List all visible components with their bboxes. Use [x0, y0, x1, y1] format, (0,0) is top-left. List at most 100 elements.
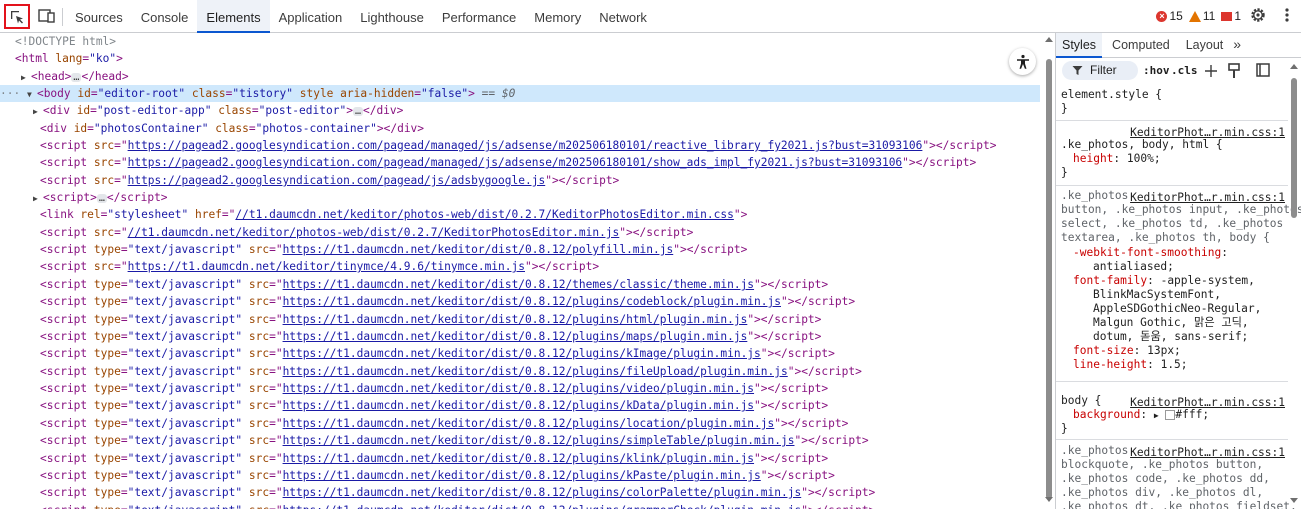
add-style-rule-icon[interactable]: [1203, 63, 1219, 79]
inspect-element-button[interactable]: [4, 4, 30, 29]
dom-tree[interactable]: <!DOCTYPE html> <html lang="ko"> ▶ <head>…: [0, 33, 1043, 509]
node-actions-dots[interactable]: ···: [0, 87, 27, 100]
accessibility-tree-button[interactable]: [1009, 48, 1036, 75]
tab-sources[interactable]: Sources: [66, 0, 132, 32]
dom-tree-scrollbar[interactable]: [1043, 33, 1055, 509]
dom-line-script-src[interactable]: <script src="https://pagead2.googlesyndi…: [0, 172, 1040, 189]
tab-lighthouse[interactable]: Lighthouse: [351, 0, 433, 32]
dom-line-div-post-editor[interactable]: ▶ <div id="post-editor-app" class="post-e…: [0, 102, 1040, 119]
dom-line-script-src[interactable]: <script src="https://pagead2.googlesyndi…: [0, 154, 1040, 171]
hover-state-toggle[interactable]: :hov: [1143, 64, 1170, 77]
script-src-link[interactable]: //t1.daumcdn.net/keditor/photos-web/dist…: [128, 226, 620, 239]
color-swatch[interactable]: [1165, 410, 1176, 420]
css-value[interactable]: BlinkMacSystemFont,: [1093, 288, 1221, 302]
css-value[interactable]: 13px;: [1147, 344, 1181, 357]
dom-line-script-typed[interactable]: <script type="text/javascript" src="http…: [0, 432, 1040, 449]
ellipsis-icon[interactable]: …: [96, 193, 107, 203]
script-src-link[interactable]: https://t1.daumcdn.net/keditor/dist/0.8.…: [283, 434, 795, 447]
css-property[interactable]: line-height: [1073, 358, 1147, 371]
more-options-button[interactable]: [1283, 6, 1291, 27]
dom-line-script-typed[interactable]: <script type="text/javascript" src="http…: [0, 311, 1040, 328]
dom-line-body-selected[interactable]: ··· ▼ <body id="editor-root" class="tisto…: [0, 85, 1040, 102]
css-property[interactable]: -webkit-font-smoothing: [1073, 246, 1221, 259]
script-src-link[interactable]: https://t1.daumcdn.net/keditor/dist/0.8.…: [283, 469, 761, 482]
tab-layout[interactable]: Layout: [1180, 33, 1230, 57]
dom-line-html[interactable]: <html lang="ko">: [0, 50, 1040, 67]
settings-button[interactable]: [1249, 6, 1267, 27]
dom-line-script-typed[interactable]: <script type="text/javascript" src="http…: [0, 293, 1040, 310]
style-rule-element[interactable]: element.style { }: [1056, 85, 1288, 121]
script-src-link[interactable]: https://t1.daumcdn.net/keditor/dist/0.8.…: [283, 278, 754, 291]
dom-line-script-typed[interactable]: <script type="text/javascript" src="http…: [0, 380, 1040, 397]
dom-line-script-collapsed[interactable]: ▶ <script>… </script>: [0, 189, 1040, 206]
css-value[interactable]: 100%;: [1127, 152, 1161, 165]
css-value[interactable]: dotum, 돋움, sans-serif;: [1093, 330, 1248, 344]
sidebar-toggle-icon[interactable]: [1256, 63, 1270, 77]
tab-application[interactable]: Application: [270, 0, 352, 32]
script-src-link[interactable]: https://t1.daumcdn.net/keditor/dist/0.8.…: [283, 365, 788, 378]
warning-counter[interactable]: 11: [1188, 9, 1215, 23]
style-rule[interactable]: KeditorPhot…r.min.css:1 .ke_photos block…: [1056, 441, 1297, 509]
css-value[interactable]: antialiased;: [1093, 260, 1174, 274]
dom-line-script-typed[interactable]: <script type="text/javascript" src="http…: [0, 415, 1040, 432]
dom-line-script-typed[interactable]: <script type="text/javascript" src="http…: [0, 467, 1040, 484]
tab-console[interactable]: Console: [132, 0, 198, 32]
tab-computed[interactable]: Computed: [1106, 33, 1176, 57]
style-rule[interactable]: KeditorPhot…r.min.css:1 .ke_photos butto…: [1056, 186, 1301, 382]
scroll-up-arrow-icon[interactable]: [1045, 37, 1053, 42]
script-src-link[interactable]: https://t1.daumcdn.net/keditor/dist/0.8.…: [283, 504, 802, 509]
script-src-link[interactable]: https://t1.daumcdn.net/keditor/dist/0.8.…: [283, 486, 802, 499]
script-src-link[interactable]: https://t1.daumcdn.net/keditor/dist/0.8.…: [283, 330, 748, 343]
expand-triangle-icon[interactable]: ▶: [21, 69, 31, 86]
script-src-link[interactable]: https://t1.daumcdn.net/keditor/dist/0.8.…: [283, 313, 748, 326]
dom-line-script-typed[interactable]: <script type="text/javascript" src="http…: [0, 363, 1040, 380]
css-value[interactable]: -apple-system,: [1161, 274, 1255, 287]
script-src-link[interactable]: https://t1.daumcdn.net/keditor/dist/0.8.…: [283, 382, 754, 395]
scroll-down-arrow-icon[interactable]: [1290, 498, 1298, 503]
ellipsis-icon[interactable]: …: [71, 72, 82, 82]
expand-triangle-icon[interactable]: ▶: [33, 103, 43, 120]
style-rule-body[interactable]: KeditorPhot…r.min.css:1 body { backgroun…: [1056, 391, 1288, 440]
styles-scrollbar[interactable]: [1288, 58, 1300, 509]
dom-line-script-typed[interactable]: <script type="text/javascript" src="http…: [0, 345, 1040, 362]
tab-styles[interactable]: Styles: [1056, 33, 1103, 58]
scroll-down-arrow-icon[interactable]: [1045, 497, 1053, 502]
script-src-link[interactable]: https://pagead2.googlesyndication.com/pa…: [128, 174, 546, 187]
script-src-link[interactable]: https://t1.daumcdn.net/keditor/dist/0.8.…: [283, 417, 775, 430]
dom-line-script-typed[interactable]: <script type="text/javascript" src="http…: [0, 484, 1040, 501]
script-src-link[interactable]: https://t1.daumcdn.net/keditor/dist/0.8.…: [283, 452, 754, 465]
scrollbar-thumb[interactable]: [1046, 59, 1052, 499]
script-src-link[interactable]: https://pagead2.googlesyndication.com/pa…: [128, 139, 923, 152]
dom-line-head[interactable]: ▶ <head>… </head>: [0, 68, 1040, 85]
more-tabs-chevron-icon[interactable]: »: [1233, 33, 1241, 57]
script-src-link[interactable]: https://t1.daumcdn.net/keditor/dist/0.8.…: [283, 399, 754, 412]
scrollbar-thumb[interactable]: [1291, 78, 1297, 218]
stylesheet-link[interactable]: //t1.daumcdn.net/keditor/photos-web/dist…: [235, 208, 733, 221]
dom-line-script-typed[interactable]: <script type="text/javascript" src="http…: [0, 328, 1040, 345]
tab-memory[interactable]: Memory: [525, 0, 590, 32]
collapse-triangle-icon[interactable]: ▼: [27, 86, 37, 103]
tab-elements[interactable]: Elements: [197, 0, 270, 33]
dom-line-link[interactable]: <link rel="stylesheet" href="//t1.daumcd…: [0, 206, 1040, 223]
dom-line-script-src[interactable]: <script src="//t1.daumcdn.net/keditor/ph…: [0, 224, 1040, 241]
css-property[interactable]: font-size: [1073, 344, 1134, 357]
script-src-link[interactable]: https://t1.daumcdn.net/keditor/dist/0.8.…: [283, 295, 781, 308]
tab-performance[interactable]: Performance: [433, 0, 525, 32]
scroll-up-arrow-icon[interactable]: [1290, 64, 1298, 69]
dom-line-script-typed[interactable]: <script type="text/javascript" src="http…: [0, 397, 1040, 414]
dom-line-div-photos[interactable]: <div id="photosContainer" class="photos-…: [0, 120, 1040, 137]
dom-line-script-typed[interactable]: <script type="text/javascript" src="http…: [0, 502, 1040, 509]
dom-line-script-src[interactable]: <script src="https://t1.daumcdn.net/kedi…: [0, 258, 1040, 275]
script-src-link[interactable]: https://pagead2.googlesyndication.com/pa…: [128, 156, 903, 169]
css-value[interactable]: #fff;: [1175, 408, 1209, 421]
dom-line-script-typed[interactable]: <script type="text/javascript" src="http…: [0, 241, 1040, 258]
dom-line-script-src[interactable]: <script src="https://pagead2.googlesyndi…: [0, 137, 1040, 154]
tab-network[interactable]: Network: [590, 0, 656, 32]
script-src-link[interactable]: https://t1.daumcdn.net/keditor/dist/0.8.…: [283, 347, 761, 360]
device-toolbar-button[interactable]: [36, 5, 58, 27]
styles-filter-input[interactable]: Filter: [1062, 61, 1138, 80]
expand-triangle-icon[interactable]: ▶: [33, 190, 43, 207]
class-toggle[interactable]: .cls: [1171, 64, 1198, 77]
css-property[interactable]: height: [1073, 152, 1113, 165]
expand-triangle-icon[interactable]: ▶: [1154, 411, 1159, 420]
